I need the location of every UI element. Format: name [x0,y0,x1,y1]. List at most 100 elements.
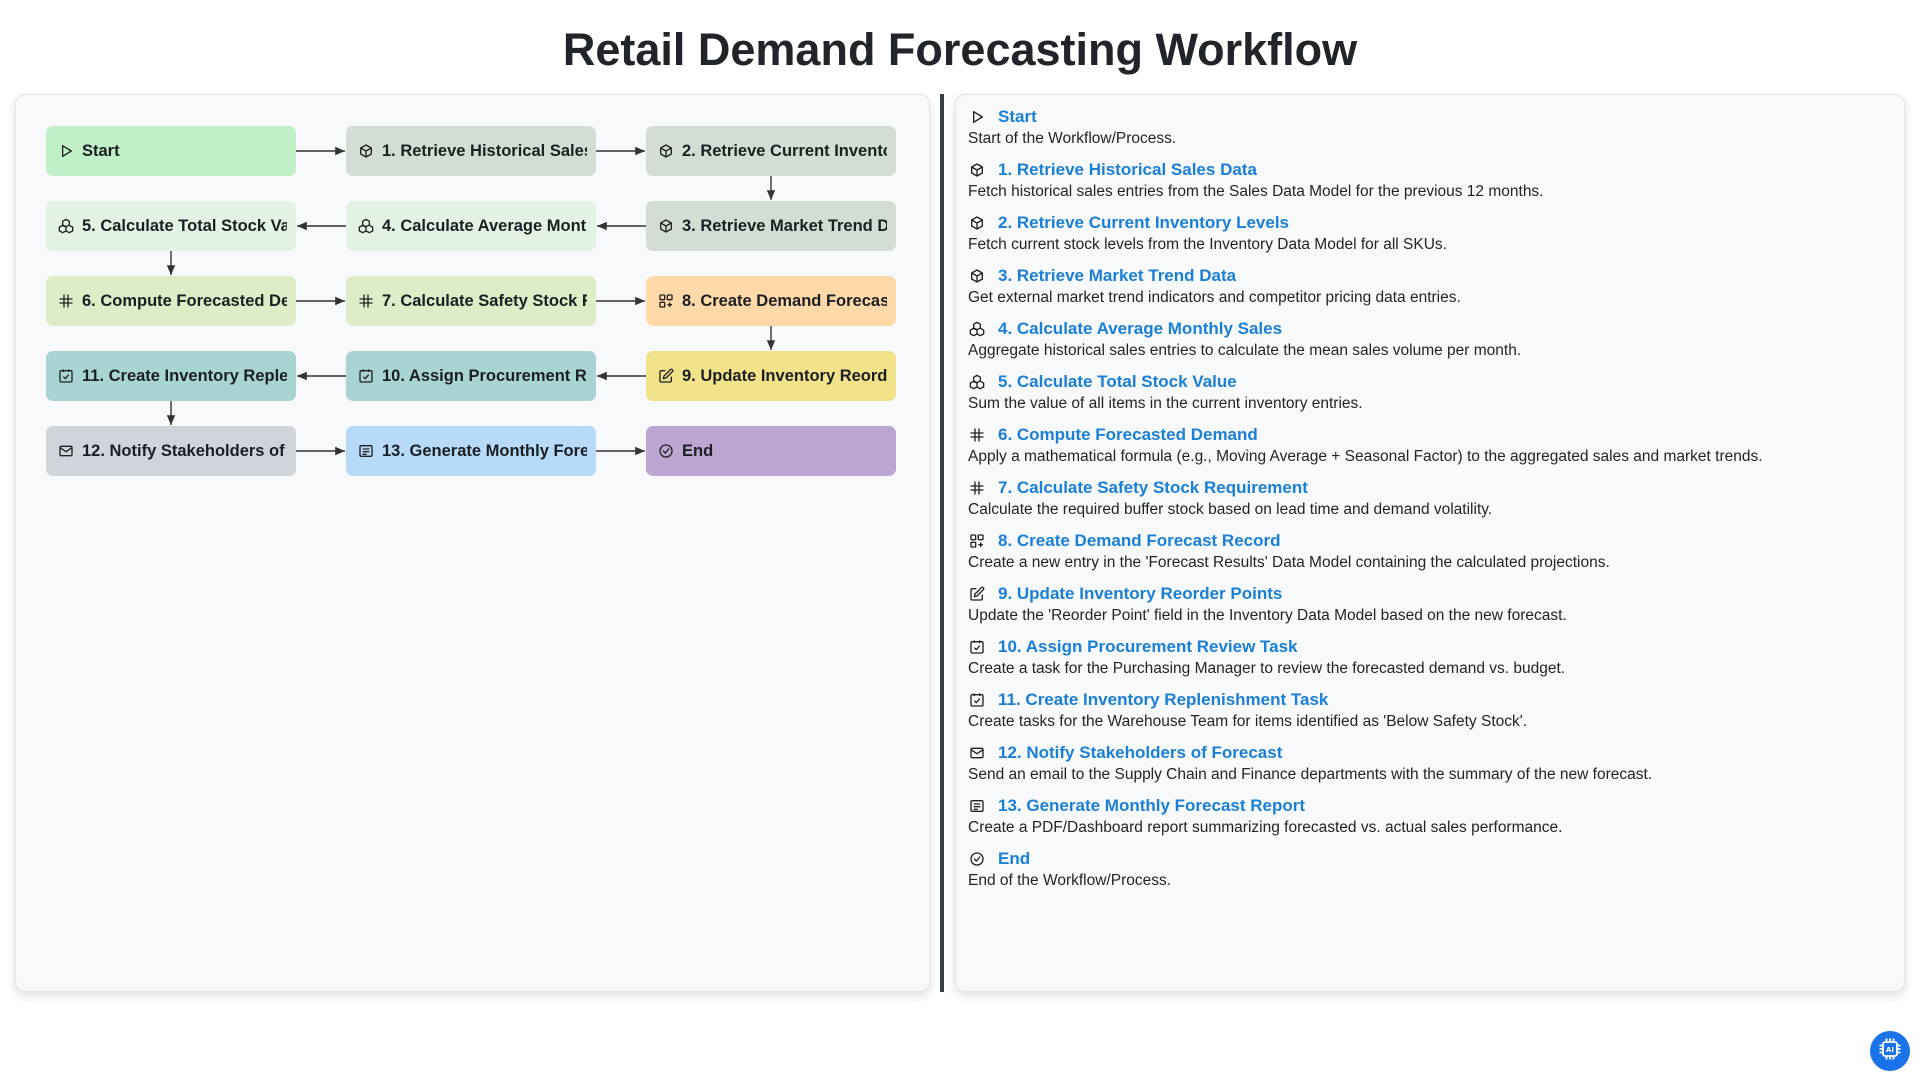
step-details-panel: Start Start of the Workflow/Process. 1. Re… [955,94,1905,992]
flow-node-8[interactable]: 8. Create Demand Forecast Record [646,276,896,326]
step-item: 2. Retrieve Current Inventory Levels Fetc… [968,213,1892,254]
flow-node-label: 7. Calculate Safety Stock Requirement [382,291,587,310]
report-icon [968,797,986,815]
step-item: 10. Assign Procurement Review Task Create… [968,637,1892,678]
step-description: Fetch historical sales entries from the … [968,183,1544,200]
page-title: Retail Demand Forecasting Workflow [562,24,1358,75]
flow-node-6[interactable]: 6. Compute Forecasted Demand [46,276,296,326]
flow-node-label: End [682,441,714,460]
flow-node-7[interactable]: 7. Calculate Safety Stock Requirement [346,276,596,326]
step-description: Fetch current stock levels from the Inve… [968,236,1447,253]
flow-node-3[interactable]: 3. Retrieve Market Trend Data [646,201,896,251]
step-title-link[interactable]: 1. Retrieve Historical Sales Data [998,160,1257,180]
step-title-link[interactable]: 9. Update Inventory Reorder Points [998,584,1282,604]
cube-icon [357,142,375,160]
panel-divider[interactable] [940,94,944,992]
step-header: 11. Create Inventory Replenishment Task [968,690,1892,710]
flow-node-13[interactable]: 13. Generate Monthly Forecast Report [346,426,596,476]
check-circle-icon [968,850,986,868]
flow-node-label: 13. Generate Monthly Forecast Report [382,441,587,460]
step-header: 9. Update Inventory Reorder Points [968,584,1892,604]
step-title-link[interactable]: 6. Compute Forecasted Demand [998,425,1258,445]
cubes-icon [968,373,986,391]
check-circle-icon [657,442,675,460]
flow-node-label: 1. Retrieve Historical Sales Data [382,141,587,160]
step-title-link[interactable]: End [998,849,1030,869]
check-square-icon [968,638,986,656]
grid-plus-icon [657,292,675,310]
flow-node-5[interactable]: 5. Calculate Total Stock Value [46,201,296,251]
step-item: Start Start of the Workflow/Process. [968,107,1892,148]
step-header: 8. Create Demand Forecast Record [968,531,1892,551]
step-description: Create tasks for the Warehouse Team for … [968,713,1528,730]
step-item: 6. Compute Forecasted Demand Apply a math… [968,425,1892,466]
check-square-icon [57,367,75,385]
flow-node-12[interactable]: 12. Notify Stakeholders of Forecast [46,426,296,476]
cubes-icon [57,217,75,235]
step-title-link[interactable]: 3. Retrieve Market Trend Data [998,266,1236,286]
step-description: Send an email to the Supply Chain and Fi… [968,766,1653,783]
flow-node-11[interactable]: 11. Create Inventory Replenishment Task [46,351,296,401]
step-item: End End of the Workflow/Process. [968,849,1892,890]
flow-node-14[interactable]: End [646,426,896,476]
mail-icon [57,442,75,460]
step-item: 12. Notify Stakeholders of Forecast Send … [968,743,1892,784]
flow-node-label: 12. Notify Stakeholders of Forecast [82,441,287,460]
flowchart-panel: Start 1. Retrieve Historical Sales Data 2.… [15,94,930,992]
cube-icon [968,267,986,285]
step-description: Get external market trend indicators and… [968,289,1461,306]
hash-icon [968,426,986,444]
flow-node-label: 9. Update Inventory Reorder Points [682,366,887,385]
hash-icon [57,292,75,310]
edit-icon [968,585,986,603]
report-icon [357,442,375,460]
step-description: Create a task for the Purchasing Manager… [968,660,1566,677]
step-header: 10. Assign Procurement Review Task [968,637,1892,657]
step-title-link[interactable]: 8. Create Demand Forecast Record [998,531,1281,551]
hash-icon [357,292,375,310]
step-item: 9. Update Inventory Reorder Points Update… [968,584,1892,625]
cubes-icon [968,320,986,338]
ai-assistant-button[interactable]: AI [1870,1031,1910,1071]
step-title-link[interactable]: 2. Retrieve Current Inventory Levels [998,213,1289,233]
step-item: 11. Create Inventory Replenishment Task C… [968,690,1892,731]
check-square-icon [357,367,375,385]
step-description: Calculate the required buffer stock base… [968,501,1493,518]
flow-node-1[interactable]: 1. Retrieve Historical Sales Data [346,126,596,176]
step-title-link[interactable]: 11. Create Inventory Replenishment Task [998,690,1328,710]
flow-node-2[interactable]: 2. Retrieve Current Inventory Levels [646,126,896,176]
flow-node-label: 10. Assign Procurement Review Task [382,366,587,385]
flow-node-10[interactable]: 10. Assign Procurement Review Task [346,351,596,401]
step-title-link[interactable]: 10. Assign Procurement Review Task [998,637,1298,657]
step-title-link[interactable]: 4. Calculate Average Monthly Sales [998,319,1282,339]
play-icon [57,142,75,160]
step-item: 8. Create Demand Forecast Record Create a… [968,531,1892,572]
cube-icon [657,142,675,160]
cubes-icon [357,217,375,235]
step-header: 2. Retrieve Current Inventory Levels [968,213,1892,233]
step-title-link[interactable]: 12. Notify Stakeholders of Forecast [998,743,1282,763]
step-description: Sum the value of all items in the curren… [968,395,1363,412]
step-title-link[interactable]: 5. Calculate Total Stock Value [998,372,1237,392]
step-title-link[interactable]: 13. Generate Monthly Forecast Report [998,796,1305,816]
step-description: Update the 'Reorder Point' field in the … [968,607,1567,624]
flow-node-9[interactable]: 9. Update Inventory Reorder Points [646,351,896,401]
step-item: 7. Calculate Safety Stock Requirement Cal… [968,478,1892,519]
flow-node-label: 4. Calculate Average Monthly Sales [382,216,587,235]
step-item: 5. Calculate Total Stock Value Sum the va… [968,372,1892,413]
step-item: 4. Calculate Average Monthly Sales Aggreg… [968,319,1892,360]
mail-icon [968,744,986,762]
step-title-link[interactable]: 7. Calculate Safety Stock Requirement [998,478,1308,498]
step-header: 13. Generate Monthly Forecast Report [968,796,1892,816]
flow-node-4[interactable]: 4. Calculate Average Monthly Sales [346,201,596,251]
svg-text:AI: AI [1886,1045,1894,1053]
cube-icon [968,214,986,232]
step-header: 7. Calculate Safety Stock Requirement [968,478,1892,498]
step-item: 3. Retrieve Market Trend Data Get externa… [968,266,1892,307]
step-header: 3. Retrieve Market Trend Data [968,266,1892,286]
hash-icon [968,479,986,497]
flow-node-0[interactable]: Start [46,126,296,176]
step-title-link[interactable]: Start [998,107,1037,127]
step-item: 1. Retrieve Historical Sales Data Fetch h… [968,160,1892,201]
step-description: Create a PDF/Dashboard report summarizin… [968,819,1563,836]
